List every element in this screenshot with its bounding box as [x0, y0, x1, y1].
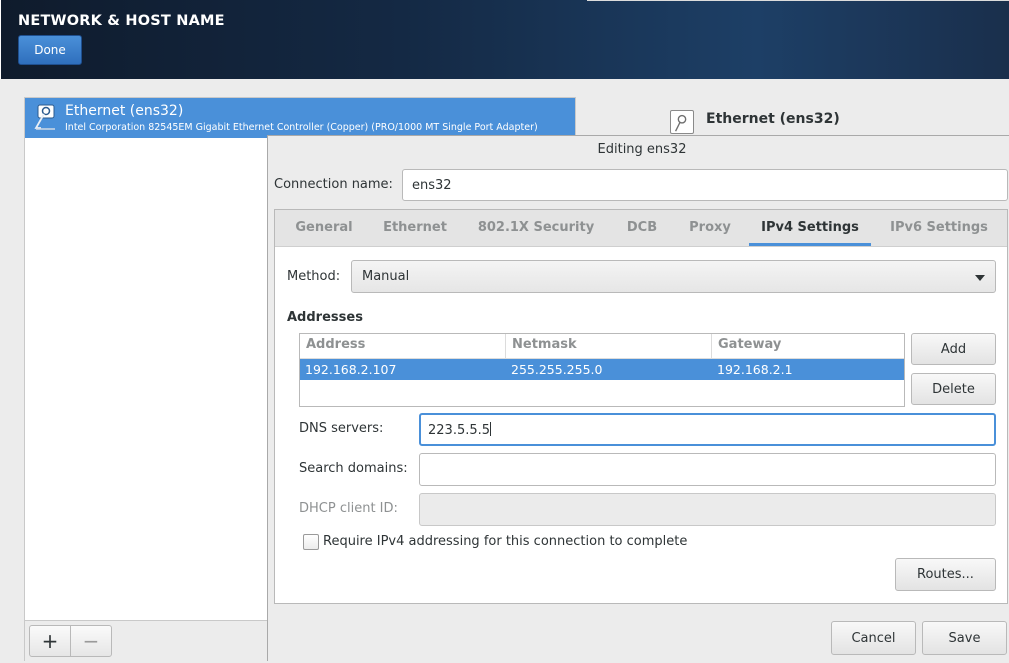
method-value: Manual [362, 269, 410, 284]
header-divider [587, 0, 1009, 1]
cell-gateway[interactable]: 192.168.2.1 [712, 359, 793, 380]
device-name: Ethernet (ens32) [65, 103, 184, 119]
require-ipv4-label[interactable]: Require IPv4 addressing for this connect… [323, 534, 687, 549]
addresses-heading: Addresses [287, 310, 363, 325]
settings-notebook: General Ethernet 802.1X Security DCB Pro… [274, 209, 1008, 604]
cancel-button[interactable]: Cancel [831, 621, 916, 655]
tab-ipv4-settings[interactable]: IPv4 Settings [749, 210, 871, 246]
tab-dcb[interactable]: DCB [617, 210, 667, 246]
search-domains-label: Search domains: [299, 461, 408, 476]
cell-address[interactable]: 192.168.2.107 [300, 359, 396, 380]
dialog-title: Editing ens32 [597, 142, 687, 157]
search-domains-input[interactable] [419, 453, 996, 486]
connection-name-input[interactable]: ens32 [402, 169, 1008, 201]
tab-8021x-security[interactable]: 802.1X Security [471, 210, 601, 246]
column-gateway[interactable]: Gateway [712, 334, 904, 358]
column-netmask[interactable]: Netmask [506, 334, 712, 358]
tab-proxy[interactable]: Proxy [681, 210, 739, 246]
dhcp-client-id-input [419, 493, 996, 526]
dhcp-client-id-label: DHCP client ID: [299, 501, 398, 516]
cell-netmask[interactable]: 255.255.255.0 [506, 359, 602, 380]
remove-device-button[interactable]: − [70, 625, 112, 657]
page-title: NETWORK & HOST NAME [18, 13, 225, 29]
device-item-ens32[interactable]: Ethernet (ens32) Intel Corporation 82545… [25, 98, 575, 138]
tab-bar: General Ethernet 802.1X Security DCB Pro… [275, 210, 1007, 247]
done-button[interactable]: Done [18, 35, 82, 65]
tab-general[interactable]: General [285, 210, 363, 246]
tab-ethernet[interactable]: Ethernet [375, 210, 455, 246]
details-title: Ethernet (ens32) [706, 111, 840, 127]
dns-servers-value: 223.5.5.5 [428, 423, 491, 438]
header-edge [0, 0, 1, 79]
chevron-down-icon [975, 275, 985, 281]
connection-name-label: Connection name: [274, 177, 393, 192]
text-cursor [490, 422, 492, 436]
ethernet-cable-icon [34, 104, 55, 130]
device-description: Intel Corporation 82545EM Gigabit Ethern… [65, 122, 538, 133]
delete-address-button[interactable]: Delete [911, 373, 996, 405]
addresses-table[interactable]: Address Netmask Gateway 192.168.2.107 25… [299, 333, 905, 407]
routes-button[interactable]: Routes... [895, 558, 996, 591]
add-address-button[interactable]: Add [911, 333, 996, 365]
save-button[interactable]: Save [922, 621, 1007, 655]
dns-servers-label: DNS servers: [299, 421, 384, 436]
method-label: Method: [287, 269, 341, 284]
tab-ipv6-settings[interactable]: IPv6 Settings [883, 210, 995, 246]
add-device-button[interactable]: + [29, 625, 71, 657]
top-header: NETWORK & HOST NAME Done [0, 0, 1009, 79]
ethernet-cable-icon [670, 110, 694, 134]
require-ipv4-checkbox[interactable] [303, 534, 319, 550]
dns-servers-input[interactable]: 223.5.5.5 [419, 413, 996, 446]
method-dropdown[interactable]: Manual [351, 260, 996, 293]
column-address[interactable]: Address [300, 334, 506, 358]
edit-connection-dialog: Editing ens32 Connection name: ens32 Gen… [267, 135, 1009, 661]
addresses-table-header: Address Netmask Gateway [300, 334, 904, 359]
table-row[interactable]: 192.168.2.107 255.255.255.0 192.168.2.1 [300, 359, 904, 380]
